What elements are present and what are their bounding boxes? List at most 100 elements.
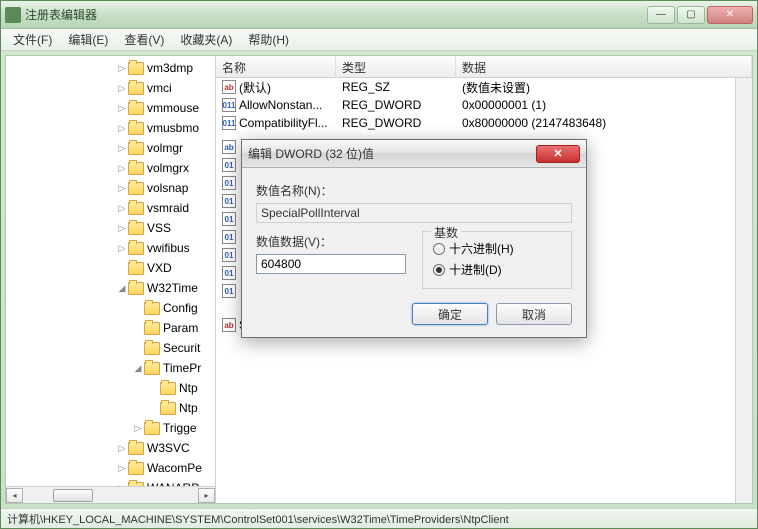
reg-str-icon: ab [222, 80, 236, 94]
tree-item[interactable]: Ntp [6, 398, 215, 418]
reg-bin-icon: 01 [222, 284, 236, 298]
scroll-left-button[interactable]: ◂ [6, 488, 23, 503]
tree-item[interactable]: ▷W3SVC [6, 438, 215, 458]
tree-item[interactable]: ▷volmgr [6, 138, 215, 158]
tree-label: VXD [147, 261, 172, 275]
value-data-input[interactable] [256, 254, 406, 274]
cell-data: 0x00000001 (1) [456, 97, 752, 113]
tree-label: vsmraid [147, 201, 189, 215]
tree-item[interactable]: ▷ volmgrx [6, 158, 215, 178]
cell-type: REG_DWORD [336, 97, 456, 113]
cell-data: (数值未设置) [456, 78, 752, 97]
scroll-thumb[interactable] [53, 489, 93, 502]
tree-item[interactable]: ▷vmmouse [6, 98, 215, 118]
folder-icon [128, 182, 144, 195]
tree-h-scrollbar[interactable]: ◂ ▸ [6, 486, 215, 503]
tree-label: Ntp [179, 401, 198, 415]
expand-icon[interactable]: ◢ [116, 283, 128, 294]
folder-icon [160, 382, 176, 395]
reg-bin-icon: 01 [222, 266, 236, 280]
expand-icon[interactable]: ▷ [116, 123, 128, 134]
tree-item[interactable]: ▷vm3dmp [6, 58, 215, 78]
tree-item[interactable]: ▷vwifibus [6, 238, 215, 258]
expand-icon[interactable]: ▷ [116, 223, 128, 234]
ok-button[interactable]: 确定 [412, 303, 488, 325]
col-data[interactable]: 数据 [456, 56, 752, 77]
tree-label: WacomPe [147, 461, 202, 475]
tree-item[interactable]: VXD [6, 258, 215, 278]
tree-label: Securit [163, 341, 200, 355]
list-v-scrollbar[interactable] [735, 78, 752, 503]
expand-icon[interactable]: ▷ [116, 143, 128, 154]
tree-label: volmgrx [147, 161, 189, 175]
expand-icon[interactable]: ▷ [132, 423, 144, 434]
list-header: 名称 类型 数据 [216, 56, 752, 78]
folder-icon [128, 82, 144, 95]
expand-icon[interactable]: ▷ [116, 183, 128, 194]
expand-icon[interactable]: ▷ [116, 103, 128, 114]
reg-bin-icon: 01 [222, 158, 236, 172]
menu-favorites[interactable]: 收藏夹(A) [172, 29, 240, 50]
tree-item[interactable]: ◢W32Time [6, 278, 215, 298]
folder-icon [128, 202, 144, 215]
expand-icon[interactable]: ▷ [116, 443, 128, 454]
tree-item[interactable]: ▷vmusbmo [6, 118, 215, 138]
expand-icon[interactable]: ▷ [116, 163, 128, 174]
tree-item[interactable]: Ntp [6, 378, 215, 398]
list-row[interactable]: 011AllowNonstan...REG_DWORD0x00000001 (1… [216, 96, 752, 114]
folder-icon [128, 442, 144, 455]
tree-item[interactable]: ◢TimePr [6, 358, 215, 378]
list-row[interactable]: ab(默认)REG_SZ(数值未设置) [216, 78, 752, 96]
cancel-button[interactable]: 取消 [496, 303, 572, 325]
tree-item[interactable]: ▷ WacomPe [6, 458, 215, 478]
expand-icon[interactable]: ▷ [116, 463, 128, 474]
menu-help[interactable]: 帮助(H) [240, 29, 297, 50]
edit-dword-dialog: 编辑 DWORD (32 位)值 ✕ 数值名称(N)： SpecialPollI… [241, 139, 587, 338]
radio-hex[interactable]: 十六进制(H) [433, 240, 561, 257]
window-title: 注册表编辑器 [25, 6, 647, 23]
list-row[interactable]: 011CompatibilityFl...REG_DWORD0x80000000… [216, 114, 752, 132]
dialog-title: 编辑 DWORD (32 位)值 [248, 145, 536, 162]
tree-label: Config [163, 301, 198, 315]
close-button[interactable]: ✕ [707, 6, 753, 24]
expand-icon[interactable]: ▷ [116, 483, 128, 487]
scroll-right-button[interactable]: ▸ [198, 488, 215, 503]
tree-item[interactable]: ▷vmci [6, 78, 215, 98]
registry-tree[interactable]: ▷vm3dmp▷vmci▷vmmouse▷vmusbmo▷volmgr▷volm… [6, 56, 215, 486]
dialog-close-button[interactable]: ✕ [536, 145, 580, 163]
folder-icon [160, 402, 176, 415]
value-name-label: 数值名称(N)： [256, 182, 572, 199]
tree-label: WANARP [147, 481, 199, 486]
titlebar[interactable]: 注册表编辑器 — ▢ ✕ [1, 1, 757, 29]
radio-hex-icon [433, 243, 445, 255]
folder-icon [144, 422, 160, 435]
tree-item[interactable]: ▷VSS [6, 218, 215, 238]
tree-item[interactable]: Config [6, 298, 215, 318]
tree-item[interactable]: ▷Trigge [6, 418, 215, 438]
reg-bin-icon: 01 [222, 230, 236, 244]
expand-icon[interactable]: ▷ [116, 63, 128, 74]
col-name[interactable]: 名称 [216, 56, 336, 77]
tree-item[interactable]: ▷volsnap [6, 178, 215, 198]
dialog-titlebar[interactable]: 编辑 DWORD (32 位)值 ✕ [242, 140, 586, 168]
menu-view[interactable]: 查看(V) [116, 29, 172, 50]
maximize-button[interactable]: ▢ [677, 6, 705, 24]
radio-dec[interactable]: 十进制(D) [433, 261, 561, 278]
expand-icon[interactable]: ▷ [116, 83, 128, 94]
reg-bin-icon: 01 [222, 248, 236, 262]
menubar: 文件(F) 编辑(E) 查看(V) 收藏夹(A) 帮助(H) [1, 29, 757, 51]
minimize-button[interactable]: — [647, 6, 675, 24]
col-type[interactable]: 类型 [336, 56, 456, 77]
tree-item[interactable]: ▷ vsmraid [6, 198, 215, 218]
expand-icon[interactable]: ▷ [116, 203, 128, 214]
tree-item[interactable]: Param [6, 318, 215, 338]
expand-icon[interactable]: ◢ [132, 363, 144, 374]
tree-item[interactable]: ▷ WANARP [6, 478, 215, 486]
regedit-window: 注册表编辑器 — ▢ ✕ 文件(F) 编辑(E) 查看(V) 收藏夹(A) 帮助… [0, 0, 758, 529]
expand-icon[interactable]: ▷ [116, 243, 128, 254]
folder-icon [128, 282, 144, 295]
menu-file[interactable]: 文件(F) [5, 29, 60, 50]
tree-item[interactable]: Securit [6, 338, 215, 358]
menu-edit[interactable]: 编辑(E) [60, 29, 116, 50]
folder-icon [128, 462, 144, 475]
